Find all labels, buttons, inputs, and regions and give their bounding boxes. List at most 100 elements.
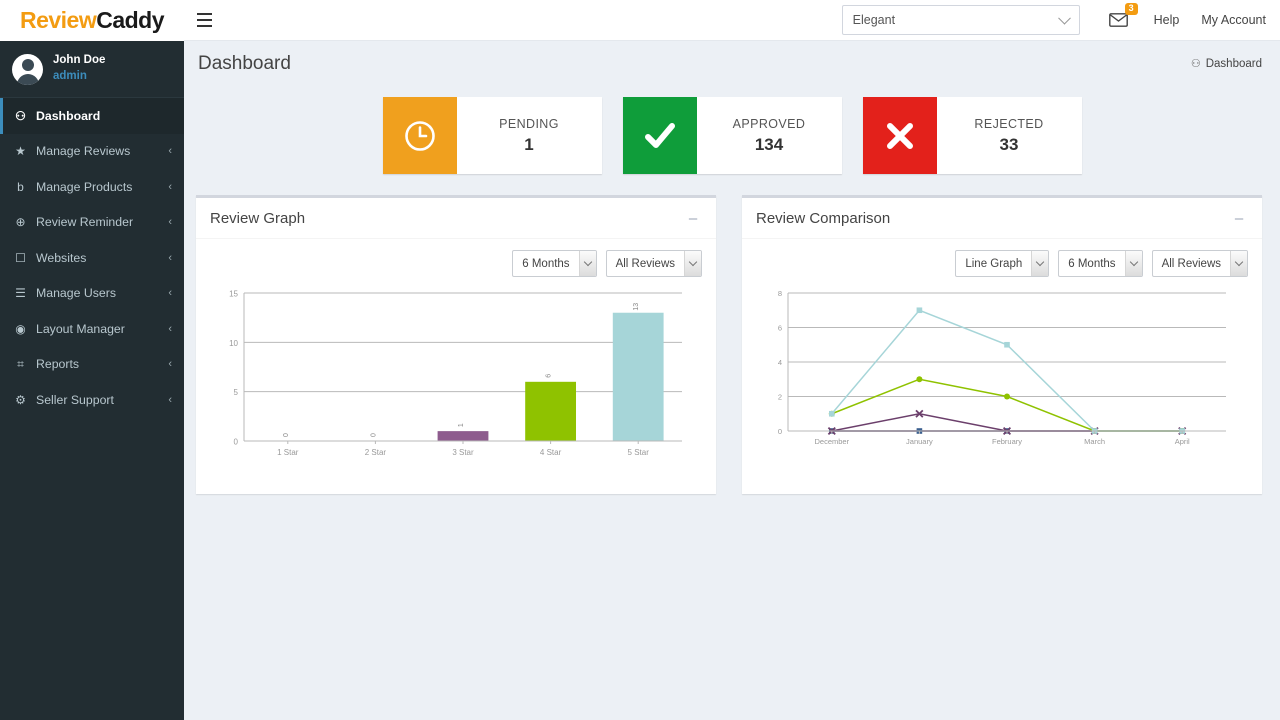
page-title: Dashboard — [198, 53, 291, 75]
stat-label: PENDING — [499, 117, 559, 131]
sidebar-item-label: Seller Support — [36, 393, 114, 407]
chevron-down-icon — [1125, 251, 1142, 276]
review-graph-chart: 05101501 Star02 Star13 Star64 Star135 St… — [210, 283, 702, 471]
sidebar-item-manage-reviews[interactable]: ★Manage Reviews‹ — [0, 134, 184, 170]
review-comparison-header: Review Comparison – — [742, 198, 1262, 239]
svg-text:5: 5 — [234, 388, 239, 397]
svg-text:February: February — [992, 437, 1022, 446]
svg-text:3 Star: 3 Star — [452, 448, 474, 457]
sidebar-user-info: John Doe admin — [53, 53, 105, 84]
my-account-link[interactable]: My Account — [1201, 13, 1266, 27]
panels-row: Review Graph – 6 MonthsAll Reviews 05101… — [184, 174, 1280, 494]
dashboard-icon: ⚇ — [1191, 57, 1201, 70]
logo-text-secondary: Caddy — [96, 7, 164, 33]
users-icon: ☰ — [12, 286, 29, 300]
period-select-value: 6 Months — [513, 258, 578, 270]
reviews-select-value: All Reviews — [1153, 258, 1230, 270]
sidebar-item-manage-products[interactable]: ὜b Manage Products ‹ — [0, 169, 184, 205]
period-select[interactable]: 6 Months — [512, 250, 596, 277]
review-comparison-panel: Review Comparison – Line Graph 6 Months Al… — [742, 195, 1262, 494]
svg-text:4 Star: 4 Star — [540, 448, 562, 457]
logo-text: ReviewCaddy — [20, 7, 164, 34]
period-select-value: 6 Months — [1059, 258, 1124, 270]
review-comparison-body: Line Graph6 MonthsAll Reviews 02468Decem… — [742, 239, 1262, 471]
chevron-down-icon — [1031, 251, 1048, 276]
chevron-left-icon: ‹ — [168, 252, 172, 264]
minus-icon[interactable]: – — [684, 209, 702, 227]
chevron-down-icon — [1058, 12, 1071, 25]
period-select[interactable]: 6 Months — [1058, 250, 1142, 277]
gear-icon: ⚙ — [12, 393, 29, 407]
reviews-select[interactable]: All Reviews — [606, 250, 702, 277]
sidebar-item-dashboard[interactable]: ⚇Dashboard — [0, 98, 184, 134]
sidebar-item-label: Manage Reviews — [36, 144, 130, 158]
report-icon: ⌗ — [12, 357, 29, 372]
stat-label: APPROVED — [733, 117, 806, 131]
chevron-left-icon: ‹ — [168, 145, 172, 157]
stat-card-approved[interactable]: APPROVED 134 — [623, 97, 842, 174]
messages-button[interactable]: 3 — [1106, 8, 1132, 32]
svg-text:15: 15 — [229, 290, 238, 299]
svg-text:0: 0 — [778, 427, 782, 436]
breadcrumb-label[interactable]: Dashboard — [1206, 58, 1262, 70]
stat-card-pending[interactable]: PENDING 1 — [383, 97, 602, 174]
stat-value: 1 — [524, 135, 533, 155]
chevron-down-icon — [684, 251, 701, 276]
sidebar-item-label: Manage Users — [36, 286, 116, 300]
svg-text:2 Star: 2 Star — [365, 448, 387, 457]
theme-select[interactable]: Elegant — [842, 5, 1080, 35]
help-link[interactable]: Help — [1154, 13, 1180, 27]
dashboard-icon: ⚇ — [12, 109, 29, 123]
sidebar-item-label: Manage Products — [36, 180, 132, 194]
sidebar-item-websites[interactable]: ☐Websites‹ — [0, 240, 184, 276]
app-logo[interactable]: ReviewCaddy — [0, 0, 184, 41]
stat-value: 134 — [755, 135, 783, 155]
sidebar-item-reports[interactable]: ⌗Reports‹ — [0, 347, 184, 383]
sidebar-item-layout-manager[interactable]: ◉Layout Manager‹ — [0, 311, 184, 347]
stat-cards-row: PENDING 1 APPROVED 134 REJECTED 33 — [184, 86, 1280, 174]
clock-icon: ⊕ — [12, 215, 29, 229]
chevron-left-icon: ‹ — [168, 181, 172, 193]
stat-card-rejected[interactable]: REJECTED 33 — [863, 97, 1082, 174]
stat-card-body: APPROVED 134 — [697, 97, 842, 174]
sidebar-item-label: Review Reminder — [36, 215, 133, 229]
svg-text:0: 0 — [234, 438, 239, 447]
sidebar: John Doe admin ⚇Dashboard★Manage Reviews… — [0, 41, 184, 720]
chevron-down-icon — [579, 251, 596, 276]
svg-text:March: March — [1084, 437, 1105, 446]
svg-text:1: 1 — [458, 423, 465, 427]
avatar — [12, 54, 43, 85]
sidebar-item-manage-users[interactable]: ☰Manage Users‹ — [0, 276, 184, 312]
clock-icon — [383, 97, 457, 174]
chevron-left-icon: ‹ — [168, 358, 172, 370]
main-content: Dashboard ⚇ Dashboard PENDING1APPROVED13… — [184, 41, 1280, 720]
messages-badge: 3 — [1125, 3, 1138, 15]
check-icon — [623, 97, 697, 174]
minus-icon[interactable]: – — [1230, 209, 1248, 227]
hamburger-icon[interactable] — [184, 0, 224, 41]
svg-text:0: 0 — [370, 433, 377, 437]
sidebar-item-review-reminder[interactable]: ⊕Review Reminder‹ — [0, 205, 184, 241]
content-header: Dashboard ⚇ Dashboard — [184, 41, 1280, 86]
reviews-select[interactable]: All Reviews — [1152, 250, 1248, 277]
review-comparison-chart: 02468DecemberJanuaryFebruaryMarchApril — [756, 283, 1248, 471]
review-graph-title: Review Graph — [210, 210, 305, 227]
stat-value: 33 — [1000, 135, 1019, 155]
logo-text-primary: Review — [20, 7, 96, 33]
review-comparison-title: Review Comparison — [756, 210, 890, 227]
review-graph-panel: Review Graph – 6 MonthsAll Reviews 05101… — [196, 195, 716, 494]
sidebar-user-name: John Doe — [53, 53, 105, 69]
sidebar-item-seller-support[interactable]: ⚙Seller Support‹ — [0, 382, 184, 418]
svg-text:8: 8 — [778, 289, 782, 298]
sidebar-user-role: admin — [53, 69, 105, 85]
review-comparison-filters: Line Graph 6 Months All Reviews — [756, 250, 1248, 277]
breadcrumb: ⚇ Dashboard — [1191, 57, 1262, 70]
envelope-icon — [1109, 13, 1128, 27]
graph-type-select[interactable]: Line Graph — [955, 250, 1049, 277]
svg-text:13: 13 — [633, 303, 640, 311]
document-icon: ὜b — [12, 180, 29, 194]
stat-label: REJECTED — [974, 117, 1043, 131]
sidebar-user-profile[interactable]: John Doe admin — [0, 41, 184, 98]
eye-icon: ◉ — [12, 322, 29, 336]
stat-card-body: REJECTED 33 — [937, 97, 1082, 174]
